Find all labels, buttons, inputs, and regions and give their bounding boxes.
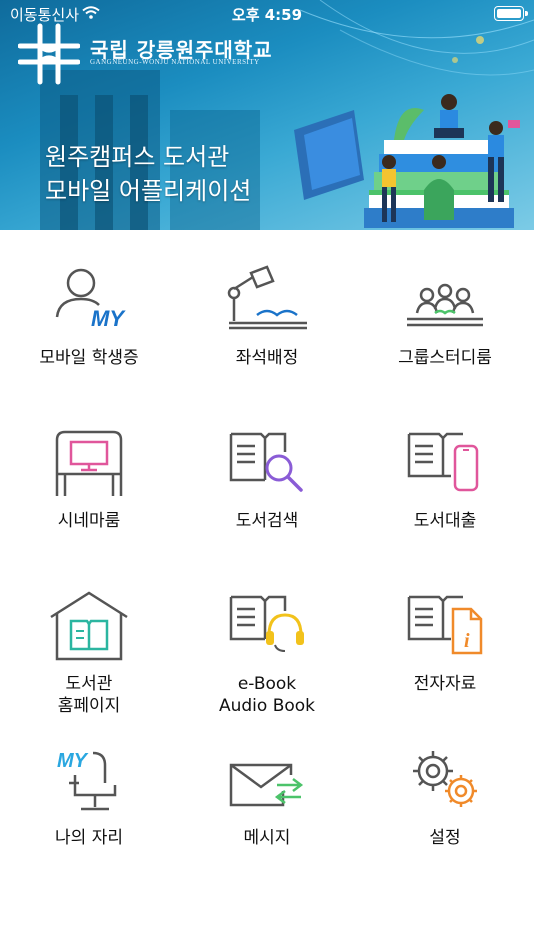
envelope-icon (229, 763, 304, 807)
menu-label: 그룹스터디룸 (398, 348, 492, 368)
svg-text:MY: MY (57, 750, 89, 772)
menu-label: 시네마룸 (57, 511, 121, 531)
library-house-icon (50, 591, 128, 661)
status-time: 오후 4:59 (231, 6, 303, 24)
headline-line-2: 모바일 어플리케이션 (45, 177, 252, 205)
menu-label: 도서관 홈페이지 (57, 674, 121, 716)
header-banner: 국립 강릉원주대학교 GANGNEUNG-WONJU NATIONAL UNIV… (0, 0, 534, 230)
headline-line-1: 원주캠퍼스 도서관 (45, 143, 230, 171)
svg-text:MY: MY (91, 306, 126, 331)
banner-headline: 원주캠퍼스 도서관 모바일 어플리케이션 (45, 140, 251, 208)
menu-label: 나의 자리 (55, 828, 123, 848)
menu-seat-assignment[interactable]: 좌석배정 (178, 255, 356, 405)
menu-settings[interactable]: 설정 (356, 735, 534, 885)
menu-library-homepage[interactable]: 도서관 홈페이지 (0, 581, 178, 731)
menu-label: e-Book Audio Book (218, 674, 316, 716)
menu-book-search[interactable]: 도서검색 (178, 418, 356, 568)
book-headset-icon (229, 595, 304, 652)
gears-icon (413, 751, 477, 807)
menu-label: 모바일 학생증 (39, 348, 139, 368)
menu-book-loan[interactable]: 도서대출 (356, 418, 534, 568)
menu-label: 메시지 (243, 828, 291, 848)
desk-lamp-icon (227, 265, 307, 330)
university-name-english: GANGNEUNG-WONJU NATIONAL UNIVERSITY (90, 58, 260, 66)
chair-my-icon: MY (57, 750, 117, 811)
battery-icon (494, 6, 528, 21)
user-my-icon: MY (55, 268, 126, 331)
menu-my-seat[interactable]: MY 나의 자리 (0, 735, 178, 885)
book-phone-icon (407, 432, 479, 492)
svg-text:i: i (464, 630, 470, 652)
status-bar: 이동통신사 오후 4:59 (0, 0, 534, 28)
menu-electronic-resources[interactable]: i 전자자료 (356, 581, 534, 731)
cinema-booth-icon (55, 430, 123, 496)
menu-label: 설정 (429, 828, 461, 848)
book-info-icon: i (407, 595, 483, 655)
menu-mobile-student-id[interactable]: MY 모바일 학생증 (0, 255, 178, 405)
menu-message[interactable]: 메시지 (178, 735, 356, 885)
menu-ebook-audiobook[interactable]: e-Book Audio Book (178, 581, 356, 731)
menu-label: 전자자료 (413, 674, 477, 694)
university-logo-icon (18, 23, 80, 85)
menu-label: 도서검색 (235, 511, 299, 531)
book-search-icon (229, 432, 303, 492)
group-icon (407, 283, 483, 327)
menu-group-study-room[interactable]: 그룹스터디룸 (356, 255, 534, 405)
menu-label: 좌석배정 (235, 348, 299, 368)
menu-label: 도서대출 (413, 511, 477, 531)
students-reading-illustration (294, 94, 520, 228)
menu-cinema-room[interactable]: 시네마룸 (0, 418, 178, 568)
